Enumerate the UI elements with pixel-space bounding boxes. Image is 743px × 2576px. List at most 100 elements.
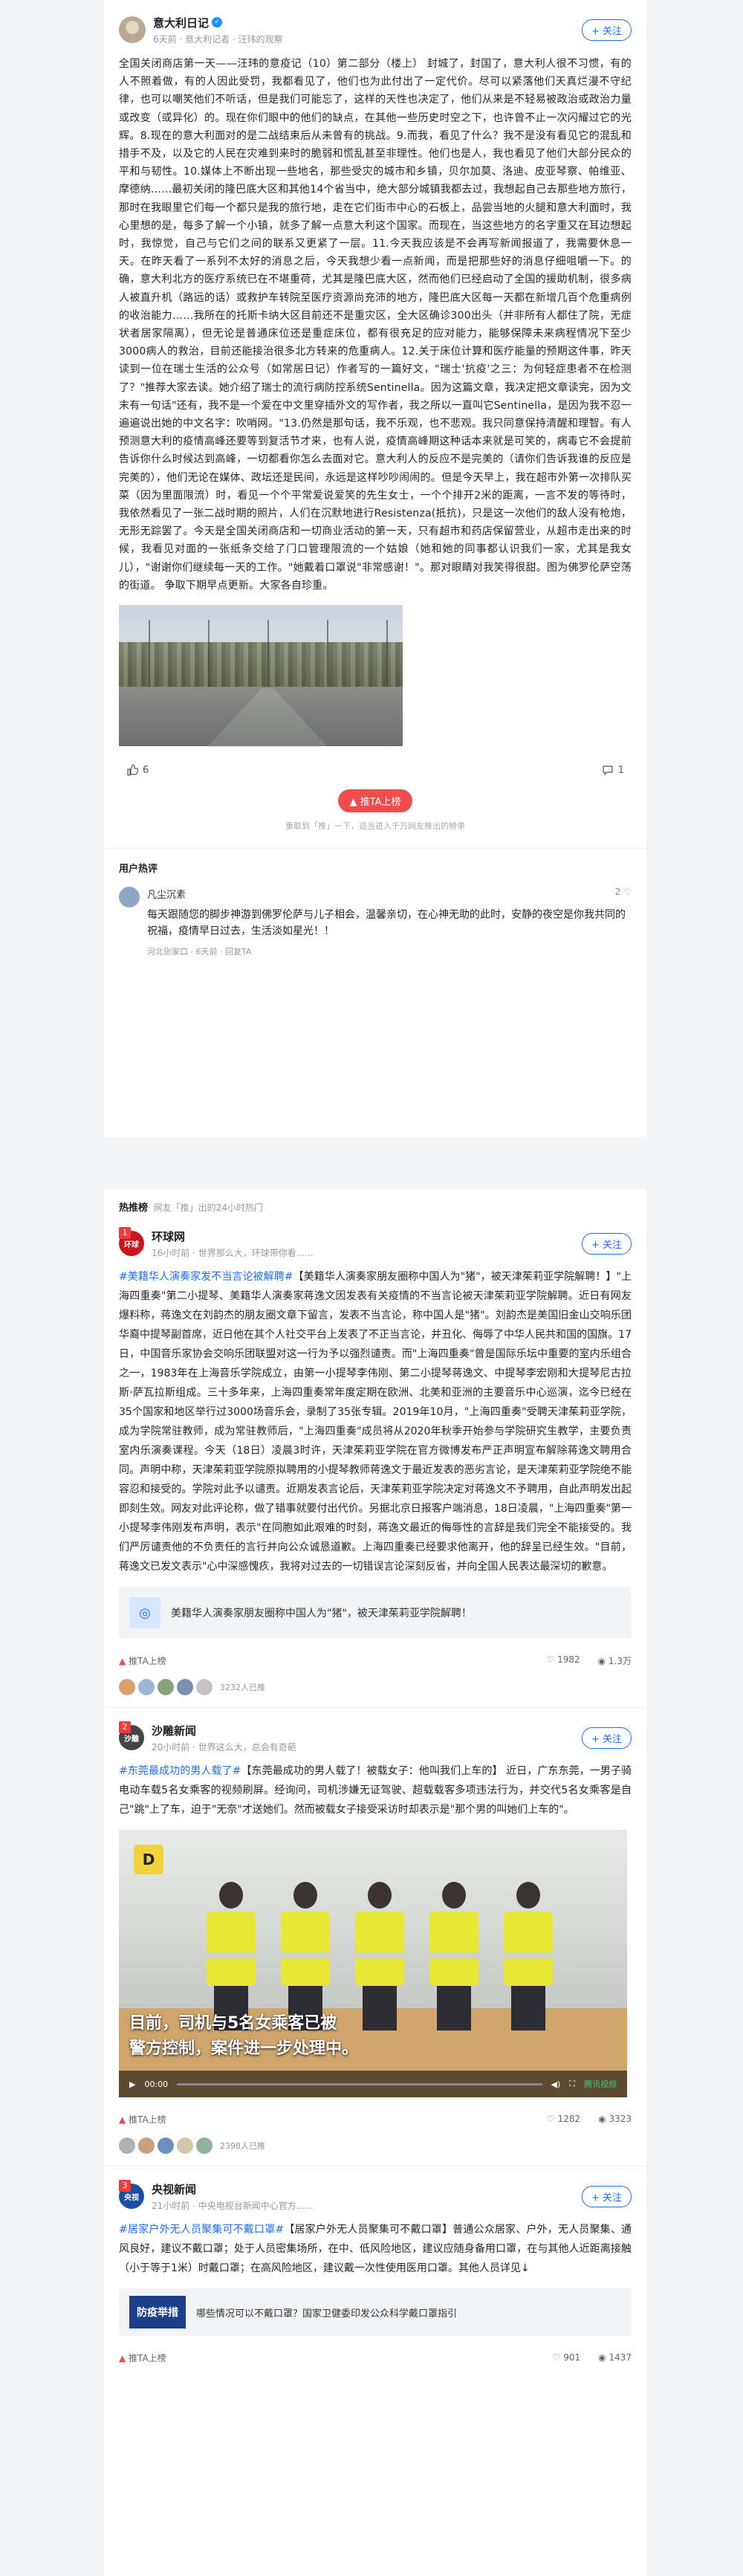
- comment-like-button[interactable]: 2 ♡: [615, 887, 632, 901]
- source-info: 环球网 16小时前 · 世界那么大，环球带你看......: [152, 1229, 582, 1259]
- source-row: 央视 央视新闻 21小时前 · 中央电视台新闻中心官方...... + 关注: [119, 2180, 632, 2213]
- like-count: 1282: [557, 2114, 581, 2124]
- hot-item: 1 环球 环球网 16小时前 · 世界那么大，环球带你看...... + 关注 …: [104, 1227, 646, 1708]
- like-button[interactable]: ♡ 901: [553, 2352, 580, 2363]
- like-button[interactable]: ♡ 1282: [547, 2114, 580, 2124]
- linked-article-title: 哪些情况可以不戴口罩？国家卫健委印发公众科学戴口罩指引: [196, 2308, 458, 2320]
- source-name[interactable]: 沙雕新闻: [152, 1723, 582, 1738]
- video-caption-line: 目前，司机与5名女乘客已被: [129, 2014, 337, 2033]
- comment-icon: ◉: [598, 2352, 609, 2363]
- source-info: 沙雕新闻 20小时前 · 世界这么大，总会有奇葩: [152, 1723, 582, 1753]
- source-name[interactable]: 央视新闻: [152, 2181, 582, 2197]
- push-to-chart-link[interactable]: ▲ 推TA上榜: [119, 1654, 166, 1667]
- views-counter: ◉ 1.3万: [598, 1654, 632, 1667]
- author-row: 意大利日记 ✓ 6天前 · 意大利记者 · 汪玮的观察 + 关注: [119, 13, 632, 46]
- pushers-count: 3232人已推: [220, 1683, 265, 1692]
- comment-header: 凡尘沉素 2 ♡: [147, 887, 632, 901]
- page: 意大利日记 ✓ 6天前 · 意大利记者 · 汪玮的观察 + 关注 全国关闭商店第…: [0, 0, 743, 2576]
- hot-item-text: #东莞最成功的男人载了#【东莞最成功的男人载了！被载女子：他叫我们上车的】 近日…: [119, 1761, 632, 1819]
- source-info: 央视新闻 21小时前 · 中央电视台新闻中心官方......: [152, 2181, 582, 2212]
- comment-icon: [603, 766, 613, 776]
- hashtag-link[interactable]: #东莞最成功的男人载了#: [119, 1765, 241, 1777]
- pusher-avatar: [138, 1679, 155, 1695]
- comments-title: 用户热评: [119, 864, 158, 876]
- push-label: 推TA上榜: [129, 1655, 166, 1666]
- push-tip: 重取到「推」一下，适当进入千万网友推出的榜单: [285, 821, 465, 832]
- like-count: 901: [563, 2352, 581, 2363]
- hashtag-link[interactable]: #居家户外无人员聚集可不戴口罩#: [119, 2224, 284, 2236]
- push-to-chart-link[interactable]: ▲ 推TA上榜: [119, 2113, 166, 2126]
- fullscreen-icon[interactable]: ⛶: [569, 2079, 575, 2089]
- source-meta: 21小时前 · 中央电视台新闻中心官方......: [152, 2200, 314, 2211]
- hot-item: 2 沙雕 沙雕新闻 20小时前 · 世界这么大，总会有奇葩 + 关注 #东莞最成…: [104, 1721, 646, 2166]
- push-label: 推TA上榜: [360, 797, 401, 809]
- rank-badge: 3: [119, 2180, 131, 2192]
- follow-button[interactable]: + 关注: [581, 2185, 632, 2207]
- source-meta: 20小时前 · 世界这么大，总会有奇葩: [152, 1741, 296, 1753]
- play-icon[interactable]: ▶: [129, 2080, 135, 2089]
- source-name[interactable]: 环球网: [152, 1229, 582, 1244]
- push-label: 推TA上榜: [129, 2352, 166, 2363]
- divider: [104, 1707, 646, 1708]
- flame-icon: ▲: [119, 1655, 129, 1666]
- comment-icon: ◉: [598, 2114, 609, 2124]
- comment-button[interactable]: ◉ 1437: [598, 2352, 632, 2363]
- comment-body: 凡尘沉素 2 ♡ 每天跟随您的脚步神游到佛罗伦萨与儿子相会，温馨亲切，在心神无助…: [147, 887, 632, 957]
- pusher-avatar: [177, 2138, 193, 2154]
- article-paragraph: 全国关闭商店第一天——汪玮的意疫记（10）第二部分（楼上） 封城了，封国了，意大…: [119, 58, 632, 178]
- hot-item-stats: ▲ 推TA上榜 ♡ 1282 ◉ 3323: [119, 2111, 632, 2127]
- push-label: 推TA上榜: [129, 2114, 166, 2125]
- pushers-row[interactable]: 3232人已推: [119, 1679, 632, 1695]
- thumb-up-icon: ♡: [552, 2352, 564, 2363]
- like-button[interactable]: 6: [126, 764, 149, 776]
- comment-button[interactable]: ◉ 3323: [598, 2114, 632, 2124]
- comment-count: 3323: [609, 2114, 632, 2124]
- comment-text: 每天跟随您的脚步神游到佛罗伦萨与儿子相会，温馨亲切，在心神无助的此时，安静的夜空…: [147, 909, 626, 938]
- hot-list-header: 热推榜· 网友「推」出的24小时热门: [119, 1200, 632, 1214]
- author-name[interactable]: 意大利日记: [153, 15, 209, 30]
- hot-list-title: 热推榜: [119, 1203, 149, 1214]
- pusher-avatar: [177, 1679, 193, 1695]
- video-caption: 目前，司机与5名女乘客已被 警方控制，案件进一步处理中。: [129, 2011, 358, 2062]
- commenter-avatar[interactable]: [119, 887, 140, 908]
- article-paragraph: 今天是全国关闭商店和一切商业活动的第一天，只有超市和药店保留营业，从超市走出来的…: [119, 525, 632, 592]
- commenter-name[interactable]: 凡尘沉素: [147, 887, 186, 901]
- author-info: 意大利日记 ✓ 6天前 · 意大利记者 · 汪玮的观察: [153, 15, 582, 45]
- video-player[interactable]: D 目前，司机与5名女乘客已被 警方控制，案件进一步处理中。 ▶ 00:00 ◀…: [119, 1830, 627, 2097]
- comment-item: 凡尘沉素 2 ♡ 每天跟随您的脚步神游到佛罗伦萨与儿子相会，温馨亲切，在心神无助…: [119, 887, 632, 957]
- pushers-count: 2398人已推: [220, 2141, 265, 2151]
- hot-list-subtitle: · 网友「推」出的24小时热门: [148, 1203, 263, 1213]
- like-count: 1982: [557, 1654, 580, 1665]
- comment-button[interactable]: 1: [602, 764, 624, 776]
- hashtag-link[interactable]: #美籍华人演奏家发不当言论被解聘#: [119, 1271, 293, 1283]
- linked-article-card[interactable]: 防疫举措 哪些情况可以不戴口罩？国家卫健委印发公众科学戴口罩指引: [119, 2288, 632, 2336]
- like-button[interactable]: ♡ 1982: [546, 1654, 580, 1667]
- comment-meta[interactable]: 河北张家口 · 6天前 · 回复TA: [147, 945, 632, 957]
- hot-item-stats: ▲ 推TA上榜 ♡ 901 ◉ 1437: [119, 2349, 632, 2366]
- hot-item-body: 【美籍华人演奏家朋友圈称中国人为"猪"，被天津茱莉亚学院解聘！】"上海四重奏"第…: [119, 1271, 632, 1573]
- follow-button[interactable]: + 关注: [581, 1726, 632, 1749]
- linked-article-card[interactable]: ◎ 美籍华人演奏家朋友圈称中国人为"猪"，被天津茱莉亚学院解聘！: [119, 1587, 632, 1639]
- pushers-row[interactable]: 2398人已推: [119, 2138, 632, 2154]
- video-brand: 腾讯视频: [584, 2080, 617, 2089]
- video-progress-bar[interactable]: [177, 2083, 542, 2085]
- linked-article-title: 美籍华人演奏家朋友圈称中国人为"猪"，被天津茱莉亚学院解聘！: [171, 1608, 472, 1619]
- flame-icon: ▲: [119, 2352, 129, 2363]
- push-to-chart-button[interactable]: ▲ 推TA上榜: [337, 789, 413, 813]
- source-meta: 16小时前 · 世界那么大，环球带你看......: [152, 1247, 314, 1258]
- video-person: [201, 1882, 260, 2030]
- video-person: [275, 1882, 334, 2030]
- thumb-up-icon: ♡: [547, 2114, 558, 2124]
- channel-logo-icon: D: [134, 1845, 163, 1874]
- article-actions: 6 1: [119, 761, 632, 779]
- follow-button[interactable]: + 关注: [581, 19, 632, 41]
- push-to-chart-link[interactable]: ▲ 推TA上榜: [119, 2352, 166, 2364]
- author-avatar[interactable]: [119, 16, 146, 43]
- thumb-up-icon: [127, 764, 138, 776]
- article-photo-florence-street[interactable]: [119, 605, 403, 747]
- link-thumbnail: 防疫举措: [129, 2296, 186, 2329]
- volume-icon[interactable]: ◀): [551, 2080, 561, 2089]
- pusher-avatar: [119, 1679, 135, 1695]
- follow-button[interactable]: + 关注: [581, 1232, 632, 1255]
- flame-icon: ▲: [349, 797, 360, 809]
